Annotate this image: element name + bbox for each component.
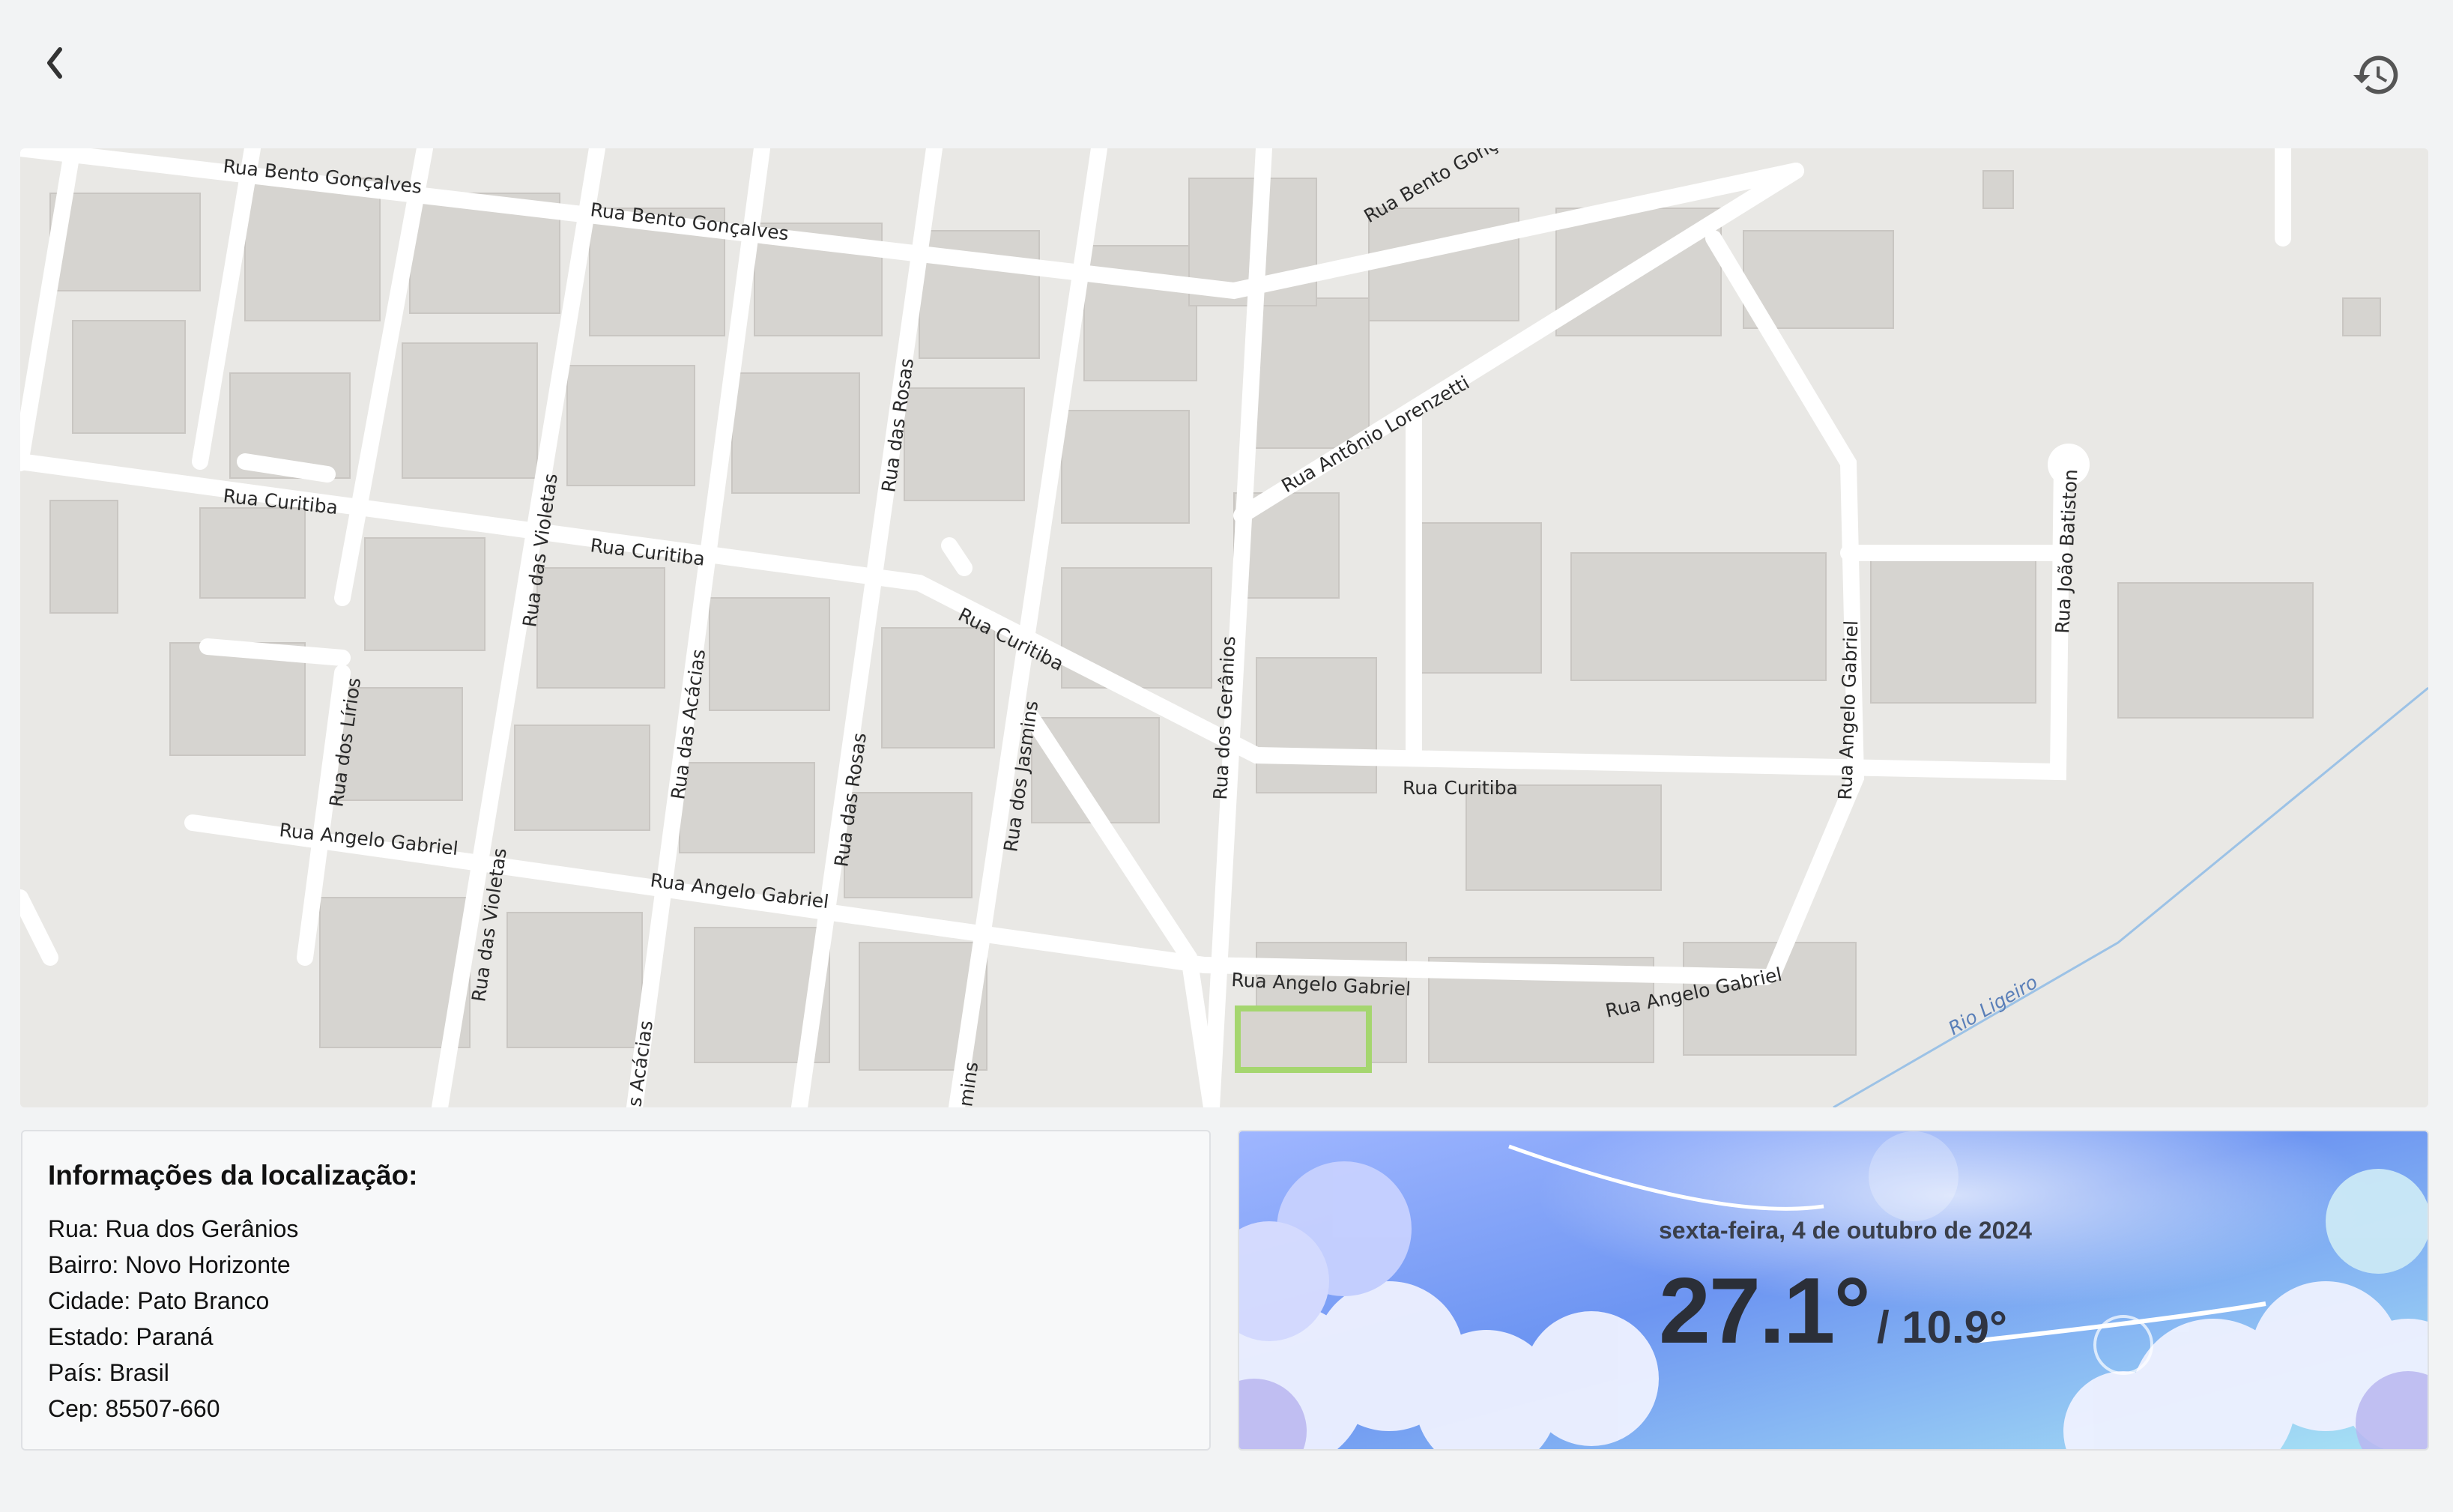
location-country: País: Brasil (48, 1359, 169, 1386)
weather-card: sexta-feira, 4 de outubro de 2024 27.1° /… (1238, 1130, 2429, 1451)
history-button[interactable] (2351, 49, 2402, 100)
map-park (1235, 1006, 1372, 1073)
location-neighborhood: Bairro: Novo Horizonte (48, 1251, 291, 1278)
location-info-title: Informações da localização: (48, 1160, 418, 1191)
temperature-min: / 10.9° (1876, 1302, 2008, 1352)
street-label: Rua Curitiba (1403, 777, 1518, 799)
history-icon (2353, 55, 2398, 94)
weather-date: sexta-feira, 4 de outubro de 2024 (1659, 1217, 2032, 1244)
top-bar (0, 0, 2453, 147)
location-city: Cidade: Pato Branco (48, 1287, 270, 1314)
temperature-max: 27.1° (1659, 1260, 1871, 1363)
location-street: Rua: Rua dos Gerânios (48, 1215, 299, 1242)
chevron-left-icon (47, 47, 62, 79)
temperature-row: 27.1°/ 10.9° (1659, 1258, 2032, 1364)
map-view[interactable]: Rua Bento Gonçalves Rua Bento Gonçalves … (20, 148, 2428, 1107)
location-state: Estado: Paraná (48, 1323, 214, 1350)
location-info-card: Informações da localização: Rua: Rua dos… (21, 1130, 1211, 1451)
location-zipcode: Cep: 85507-660 (48, 1395, 220, 1422)
back-button[interactable] (39, 39, 84, 87)
weather-summary: sexta-feira, 4 de outubro de 2024 27.1° /… (1659, 1217, 2032, 1364)
